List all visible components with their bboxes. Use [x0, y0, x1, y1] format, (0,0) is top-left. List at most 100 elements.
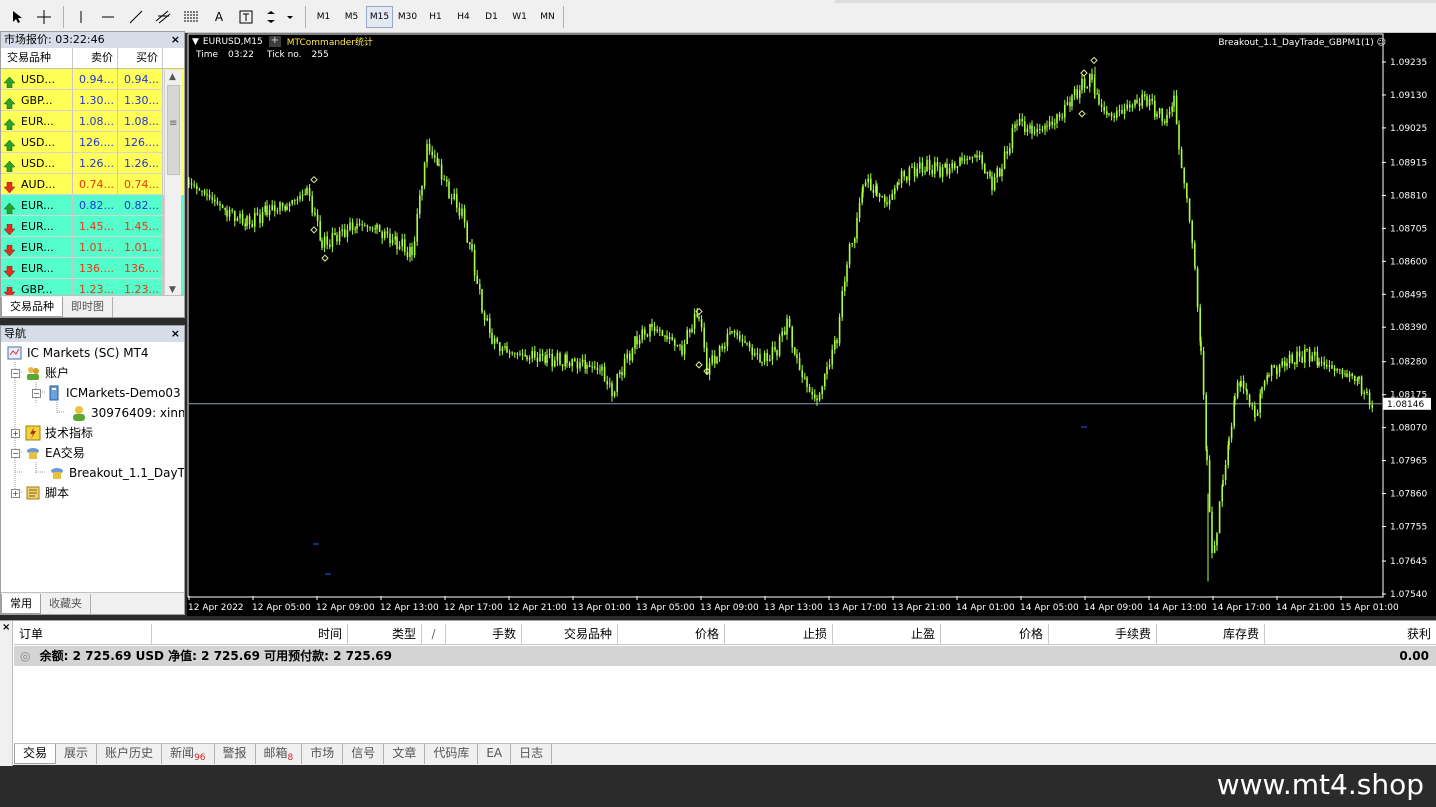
market-watch-row[interactable]: EUR... 1.08... 1.08... [1, 111, 184, 132]
chart-canvas[interactable]: 1.09235 1.09130 1.09025 1.08915 1.08810 1.087… [187, 33, 1436, 616]
nav-indicators[interactable]: + 技术指标 [11, 423, 93, 443]
collapse-icon[interactable]: − [32, 388, 41, 398]
terminal-tab[interactable]: 交易 [14, 744, 57, 764]
collapse-icon[interactable]: − [11, 368, 20, 378]
market-watch-row[interactable]: GBP... 1.30... 1.30... [1, 90, 184, 111]
terminal-tab[interactable]: 日志 [511, 744, 553, 764]
col-header[interactable]: 库存费 [1157, 624, 1265, 644]
chart-menu-icon[interactable]: ▼ [192, 37, 199, 47]
arrows-dropdown-icon[interactable] [263, 6, 297, 28]
tf-m15[interactable]: M15 [366, 6, 393, 28]
market-watch-row[interactable]: AUD... 0.74... 0.74... [1, 174, 184, 195]
nav-expert-item[interactable]: Breakout_1.1_DayT [49, 463, 184, 483]
candle-body [1048, 121, 1051, 127]
nav-experts[interactable]: − EA交易 [11, 443, 85, 463]
nav-login[interactable]: 30976409: xinmi [71, 403, 184, 423]
expand-icon[interactable]: + [11, 488, 20, 498]
chart-plus-button[interactable]: + [268, 36, 281, 47]
terminal-tab[interactable]: 警报 [215, 744, 256, 764]
scroll-down-icon[interactable]: ▼ [169, 285, 176, 295]
col-header[interactable]: 交易品种 [522, 624, 618, 644]
candle-body [564, 354, 566, 367]
y-tick-label: 1.09235 [1390, 58, 1427, 68]
market-watch-row[interactable]: USD... 0.94... 0.94... [1, 69, 184, 90]
terminal-tab[interactable]: EA [478, 744, 512, 764]
scroll-thumb[interactable] [167, 85, 180, 175]
market-watch-row[interactable]: EUR... 136.... 136.... [1, 258, 184, 279]
col-header[interactable]: 手数 [446, 624, 522, 644]
trendline-icon[interactable] [125, 6, 147, 28]
nav-scripts[interactable]: + 脚本 [11, 483, 69, 503]
crosshair-icon[interactable] [33, 6, 55, 28]
col-header[interactable]: 获利 [1265, 624, 1436, 644]
terminal-tab[interactable]: 市场 [302, 744, 344, 764]
tf-d1[interactable]: D1 [478, 6, 505, 28]
candle-body [334, 232, 336, 236]
close-icon[interactable]: × [171, 326, 180, 342]
vertical-line-icon[interactable] [70, 6, 92, 28]
price-chart[interactable]: 1.09235 1.09130 1.09025 1.08915 1.08810 1.087… [187, 33, 1436, 616]
col-header[interactable]: 订单 [14, 624, 152, 644]
nav-server[interactable]: − ICMarkets-Demo03 [32, 383, 181, 403]
collapse-icon[interactable]: − [11, 448, 20, 458]
col-header[interactable]: 价格 [941, 624, 1049, 644]
market-watch-row[interactable]: EUR... 1.01... 1.01... [1, 237, 184, 258]
col-symbol[interactable]: 交易品种 [1, 48, 73, 68]
market-watch-row[interactable]: EUR... 1.45... 1.45... [1, 216, 184, 237]
col-header[interactable]: 类型 [348, 624, 422, 644]
close-icon[interactable]: × [2, 622, 10, 633]
terminal-tab[interactable]: 账户历史 [97, 744, 163, 764]
candle-body [1091, 73, 1093, 80]
tab-common[interactable]: 常用 [1, 594, 41, 614]
text-label-icon[interactable] [235, 6, 257, 28]
col-bid[interactable]: 卖价 [73, 48, 118, 68]
candle-body [411, 246, 413, 256]
nav-accounts[interactable]: − 账户 [11, 363, 69, 383]
terminal-tab[interactable]: 邮箱8 [256, 744, 303, 764]
tf-m1[interactable]: M1 [310, 6, 337, 28]
candle-body [404, 239, 406, 252]
nav-broker[interactable]: IC Markets (SC) MT4 [7, 343, 149, 363]
y-tick-label: 1.07860 [1390, 490, 1427, 500]
tab-favorites[interactable]: 收藏夹 [41, 594, 91, 614]
fibonacci-icon[interactable] [180, 6, 202, 28]
col-header[interactable]: / [422, 624, 446, 644]
tab-symbols[interactable]: 交易品种 [1, 297, 63, 317]
tf-m30[interactable]: M30 [394, 6, 421, 28]
tab-tick-chart[interactable]: 即时图 [63, 297, 113, 317]
candle-body [1306, 348, 1308, 350]
candle-body [668, 337, 671, 339]
terminal-tab[interactable]: 展示 [56, 744, 98, 764]
col-header[interactable]: 止损 [725, 624, 833, 644]
text-tool-icon[interactable]: A [208, 6, 230, 28]
expand-icon[interactable]: + [11, 428, 20, 438]
terminal-tab[interactable]: 代码库 [425, 744, 479, 764]
col-header[interactable]: 手续费 [1049, 624, 1157, 644]
candle-body [396, 236, 398, 249]
terminal-tab[interactable]: 新闻96 [162, 744, 215, 764]
cursor-icon[interactable] [6, 6, 28, 28]
candle-body [1268, 375, 1270, 377]
tf-h4[interactable]: H4 [450, 6, 477, 28]
market-watch-row[interactable]: EUR... 0.82... 0.82... [1, 195, 184, 216]
candle-body [1003, 151, 1006, 169]
horizontal-line-icon[interactable] [97, 6, 119, 28]
market-watch-row[interactable]: USD... 126.... 126.... [1, 132, 184, 153]
market-watch-scrollbar[interactable]: ▲ ≡ ▼ [164, 70, 181, 297]
terminal-tab[interactable]: 文章 [384, 744, 426, 764]
col-header[interactable]: 价格 [618, 624, 725, 644]
tf-w1[interactable]: W1 [506, 6, 533, 28]
tf-mn[interactable]: MN [534, 6, 561, 28]
col-header[interactable]: 止盈 [833, 624, 941, 644]
col-header[interactable]: 时间 [152, 624, 348, 644]
col-ask[interactable]: 买价 [118, 48, 163, 68]
channel-icon[interactable] [152, 6, 174, 28]
candle-body [1213, 545, 1216, 553]
market-watch-row[interactable]: USD... 1.26... 1.26... [1, 153, 184, 174]
candle-body [544, 355, 546, 364]
tf-h1[interactable]: H1 [422, 6, 449, 28]
close-icon[interactable]: × [171, 32, 180, 48]
terminal-tab[interactable]: 信号 [343, 744, 385, 764]
scroll-up-icon[interactable]: ▲ [169, 72, 176, 82]
tf-m5[interactable]: M5 [338, 6, 365, 28]
